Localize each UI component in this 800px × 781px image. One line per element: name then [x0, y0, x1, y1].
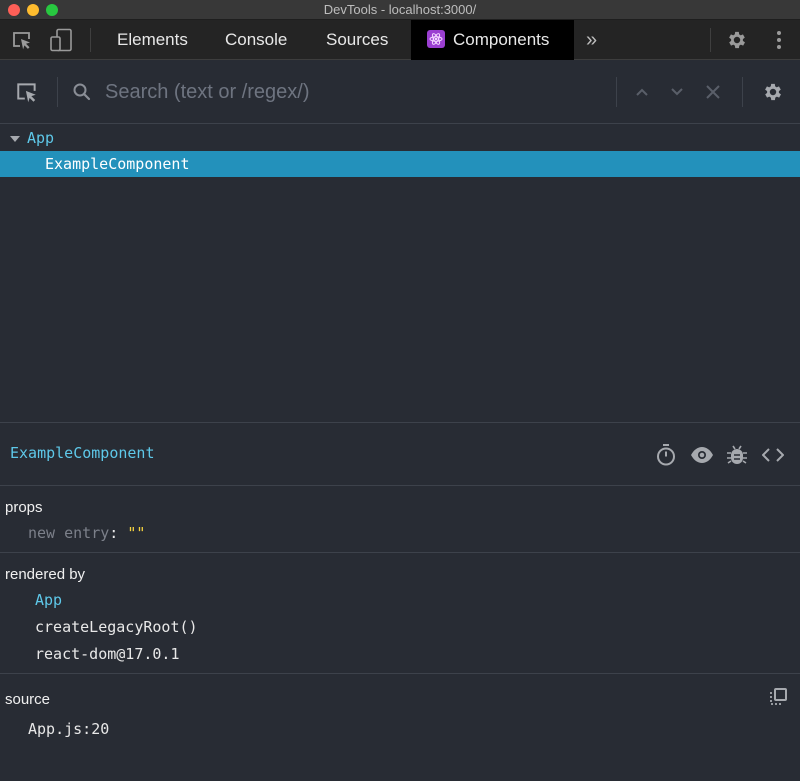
clear-search-icon[interactable] [701, 80, 725, 104]
tree-item-label: ExampleComponent [45, 155, 190, 173]
source-title: source [5, 691, 51, 708]
window-titlebar: DevTools - localhost:3000/ [0, 0, 800, 20]
rendered-by-item-app[interactable]: App [35, 591, 62, 609]
search-input[interactable] [105, 79, 605, 105]
rendered-by-item: react-dom@17.0.1 [35, 645, 180, 663]
inspect-element-icon[interactable] [10, 28, 34, 52]
props-section: props new entry: "" [0, 487, 800, 553]
tree-item-examplecomponent[interactable]: ExampleComponent [0, 151, 800, 177]
eye-icon[interactable] [689, 442, 715, 468]
tab-components-label: Components [453, 30, 550, 49]
tab-sources[interactable]: Sources [318, 20, 396, 60]
more-tabs-button[interactable]: » [578, 20, 605, 60]
search-divider [616, 77, 617, 107]
react-icon [427, 30, 445, 48]
toolbar-divider [90, 28, 91, 52]
expand-caret-icon[interactable] [10, 136, 20, 142]
window-title: DevTools - localhost:3000/ [323, 2, 477, 17]
more-options-icon[interactable] [767, 28, 791, 52]
tab-elements[interactable]: Elements [109, 20, 196, 60]
prop-entry[interactable]: new entry: "" [28, 524, 145, 542]
select-element-icon[interactable] [15, 80, 39, 104]
bug-icon[interactable] [724, 442, 750, 468]
props-title: props [5, 499, 43, 516]
search-divider [742, 77, 743, 107]
inspected-component-name: ExampleComponent [10, 444, 155, 462]
settings-gear-icon[interactable] [725, 28, 749, 52]
component-search-bar [0, 61, 800, 124]
stopwatch-icon[interactable] [653, 442, 679, 468]
toolbar-divider [710, 28, 711, 52]
tab-components[interactable]: Components [411, 20, 574, 60]
source-section: source App.js:20 [0, 674, 800, 781]
tree-item-app[interactable]: App [0, 125, 800, 151]
prop-colon: : [109, 524, 128, 542]
rendered-by-item: createLegacyRoot() [35, 618, 198, 636]
inspected-element-header: ExampleComponent [0, 424, 800, 486]
search-icon [70, 80, 94, 104]
source-location[interactable]: App.js:20 [28, 720, 109, 738]
component-tree: App ExampleComponent [0, 125, 800, 423]
rendered-by-section: rendered by App createLegacyRoot() react… [0, 553, 800, 674]
devtools-tabbar: Elements Console Sources Components » [0, 20, 800, 60]
search-divider [57, 77, 58, 107]
device-toolbar-icon[interactable] [49, 28, 73, 52]
prop-key[interactable]: new entry [28, 524, 109, 542]
rendered-by-title: rendered by [5, 566, 86, 583]
tab-console[interactable]: Console [217, 20, 295, 60]
previous-result-icon[interactable] [630, 80, 654, 104]
view-source-code-icon[interactable] [760, 442, 786, 468]
prop-value[interactable]: "" [127, 524, 145, 542]
next-result-icon[interactable] [665, 80, 689, 104]
tree-item-label: App [27, 129, 55, 147]
components-settings-gear-icon[interactable] [761, 80, 785, 104]
copy-to-clipboard-icon[interactable] [767, 686, 789, 708]
